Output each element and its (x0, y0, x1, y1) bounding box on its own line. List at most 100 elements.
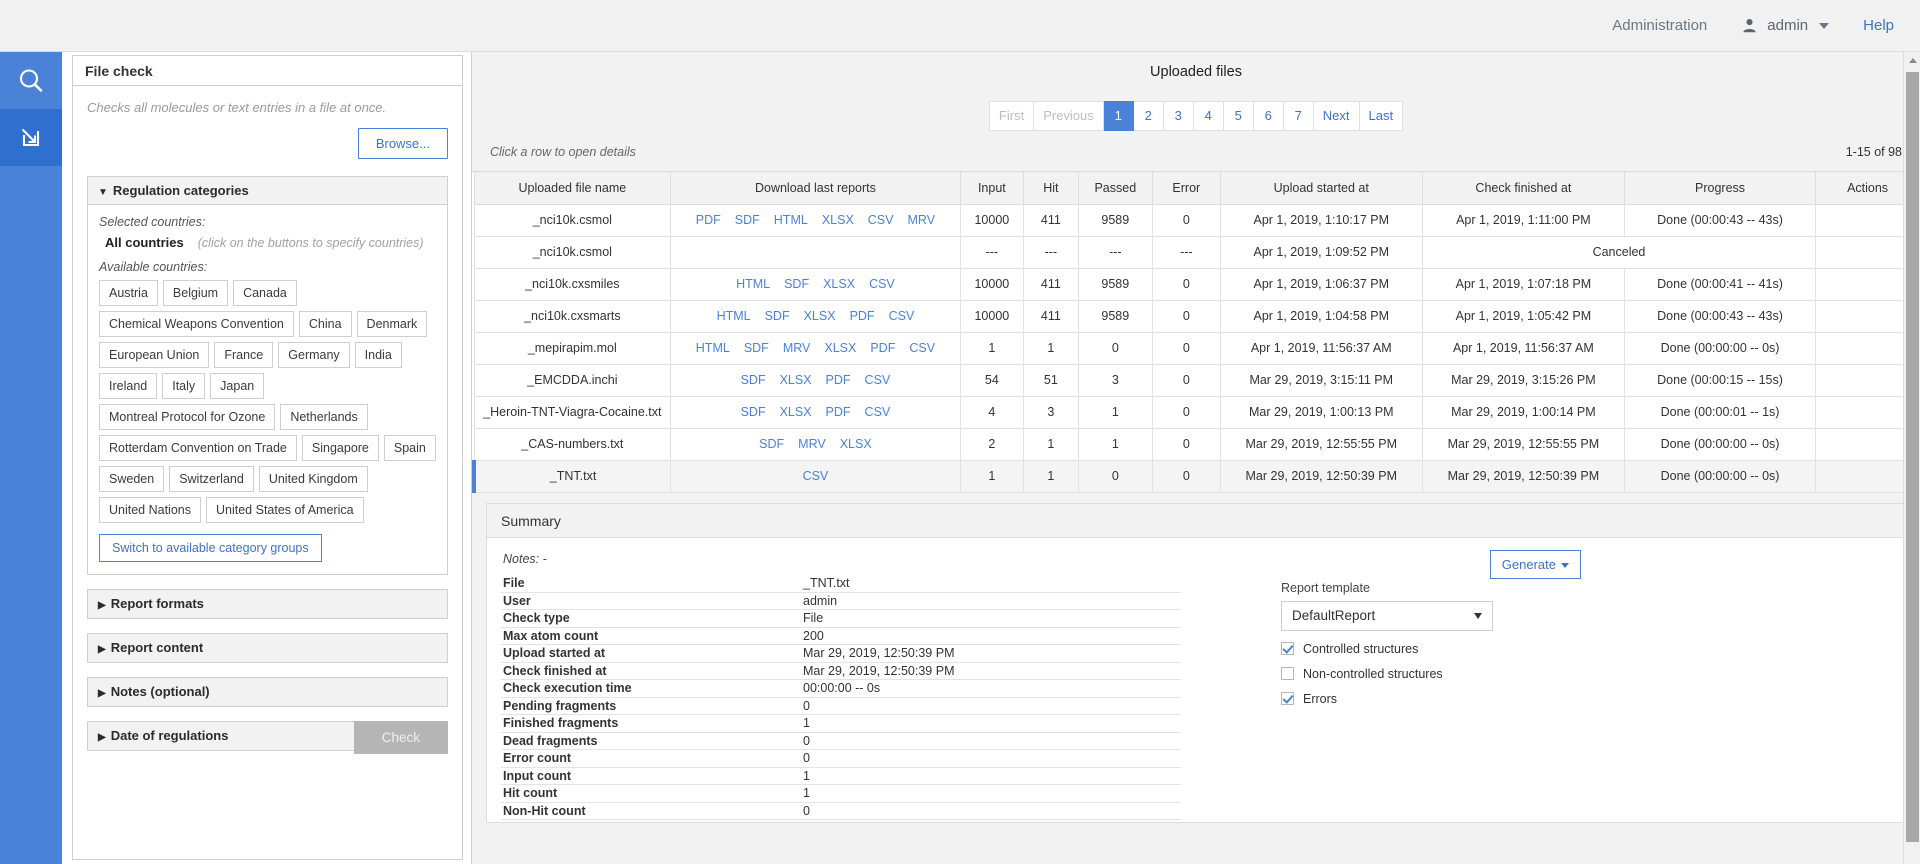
checkbox[interactable] (1281, 642, 1294, 655)
download-link[interactable]: SDF (741, 405, 766, 419)
sidebar-item-file-check[interactable] (0, 109, 62, 166)
country-chip[interactable]: Germany (278, 342, 349, 368)
download-link[interactable]: PDF (870, 341, 895, 355)
pagination-page-7[interactable]: 7 (1284, 101, 1314, 131)
download-link[interactable]: PDF (826, 405, 851, 419)
download-link[interactable]: HTML (696, 341, 730, 355)
download-link[interactable]: XLSX (840, 437, 872, 451)
collapsed-section[interactable]: ▶Report content (87, 633, 448, 663)
download-link[interactable]: XLSX (804, 309, 836, 323)
download-link[interactable]: HTML (736, 277, 770, 291)
pagination-page-6[interactable]: 6 (1254, 101, 1284, 131)
download-link[interactable]: XLSX (822, 213, 854, 227)
report-option-row[interactable]: Errors (1281, 692, 1581, 706)
collapsed-section-header[interactable]: ▶Report formats (88, 590, 447, 618)
download-link[interactable]: CSV (865, 373, 891, 387)
checkbox[interactable] (1281, 692, 1294, 705)
download-link[interactable]: XLSX (780, 405, 812, 419)
pagination-page-2[interactable]: 2 (1134, 101, 1164, 131)
country-chip[interactable]: Ireland (99, 373, 157, 399)
download-link[interactable]: CSV (869, 277, 895, 291)
country-chip[interactable]: Italy (162, 373, 205, 399)
table-row[interactable]: _nci10k.csmolPDFSDFHTMLXLSXCSVMRV1000041… (474, 204, 1920, 236)
table-row[interactable]: _nci10k.csmol------------Apr 1, 2019, 1:… (474, 236, 1920, 268)
download-link[interactable]: SDF (735, 213, 760, 227)
download-link[interactable]: CSV (803, 469, 829, 483)
country-chip[interactable]: Canada (233, 280, 297, 306)
country-chip[interactable]: Japan (210, 373, 264, 399)
country-chip[interactable]: Denmark (357, 311, 428, 337)
download-link[interactable]: PDF (850, 309, 875, 323)
country-chip[interactable]: Switzerland (169, 466, 254, 492)
download-link[interactable]: CSV (868, 213, 894, 227)
pagination-page-5[interactable]: 5 (1224, 101, 1254, 131)
country-chip[interactable]: Chemical Weapons Convention (99, 311, 294, 337)
collapsed-section[interactable]: ▶Notes (optional) (87, 677, 448, 707)
checkbox[interactable] (1281, 667, 1294, 680)
user-menu[interactable]: admin (1741, 17, 1829, 34)
table-row[interactable]: _CAS-numbers.txtSDFMRVXLSX2110Mar 29, 20… (474, 428, 1920, 460)
country-chip[interactable]: United States of America (206, 497, 364, 523)
collapsed-section-header[interactable]: ▶Notes (optional) (88, 678, 447, 706)
country-chip[interactable]: Netherlands (280, 404, 367, 430)
country-chip[interactable]: European Union (99, 342, 209, 368)
report-template-select[interactable]: DefaultReport (1281, 601, 1493, 631)
download-link[interactable]: PDF (696, 213, 721, 227)
pagination-page-1[interactable]: 1 (1104, 101, 1134, 131)
country-chip[interactable]: India (355, 342, 402, 368)
country-chip[interactable]: France (214, 342, 273, 368)
table-row[interactable]: _EMCDDA.inchiSDFXLSXPDFCSV545130Mar 29, … (474, 364, 1920, 396)
country-chip[interactable]: United Kingdom (259, 466, 368, 492)
download-link[interactable]: HTML (717, 309, 751, 323)
country-chip[interactable]: Sweden (99, 466, 164, 492)
download-link[interactable]: CSV (909, 341, 935, 355)
country-chip[interactable]: Spain (384, 435, 436, 461)
download-link[interactable]: XLSX (823, 277, 855, 291)
country-chip[interactable]: Singapore (302, 435, 379, 461)
download-link[interactable]: XLSX (780, 373, 812, 387)
administration-link[interactable]: Administration (1612, 17, 1707, 34)
sidebar-item-search[interactable] (0, 52, 62, 109)
pagination-page-4[interactable]: 4 (1194, 101, 1224, 131)
show-regulations-link[interactable]: Show regulations (1032, 820, 1181, 823)
pagination-next[interactable]: Next (1314, 101, 1360, 131)
download-link[interactable]: SDF (741, 373, 766, 387)
pagination-page-3[interactable]: 3 (1164, 101, 1194, 131)
download-link[interactable]: SDF (759, 437, 784, 451)
report-option-row[interactable]: Non-controlled structures (1281, 667, 1581, 681)
download-link[interactable]: HTML (774, 213, 808, 227)
regulation-categories-header[interactable]: ▼Regulation categories (88, 177, 447, 205)
country-chip[interactable]: China (299, 311, 352, 337)
collapsed-section[interactable]: ▶Report formats (87, 589, 448, 619)
download-link[interactable]: CSV (865, 405, 891, 419)
table-row[interactable]: _Heroin-TNT-Viagra-Cocaine.txtSDFXLSXPDF… (474, 396, 1920, 428)
download-link[interactable]: MRV (798, 437, 826, 451)
download-link[interactable]: SDF (744, 341, 769, 355)
browse-button[interactable]: Browse... (358, 128, 448, 159)
scrollbar-thumb[interactable] (1906, 72, 1919, 842)
country-chip[interactable]: United Nations (99, 497, 201, 523)
scroll-up-button[interactable] (1904, 52, 1920, 69)
download-link[interactable]: PDF (826, 373, 851, 387)
switch-category-groups-button[interactable]: Switch to available category groups (99, 534, 322, 562)
download-link[interactable]: SDF (784, 277, 809, 291)
download-link[interactable]: SDF (765, 309, 790, 323)
table-row[interactable]: _mepirapim.molHTMLSDFMRVXLSXPDFCSV1100Ap… (474, 332, 1920, 364)
pagination-last[interactable]: Last (1360, 101, 1404, 131)
download-link[interactable]: XLSX (824, 341, 856, 355)
country-chip[interactable]: Austria (99, 280, 158, 306)
table-row[interactable]: _nci10k.cxsmilesHTMLSDFXLSXCSV1000041195… (474, 268, 1920, 300)
main-scrollbar[interactable] (1903, 52, 1920, 864)
report-option-row[interactable]: Controlled structures (1281, 642, 1581, 656)
download-link[interactable]: MRV (783, 341, 811, 355)
country-chip[interactable]: Belgium (163, 280, 228, 306)
collapsed-section-header[interactable]: ▶Report content (88, 634, 447, 662)
help-link[interactable]: Help (1863, 17, 1894, 34)
generate-button[interactable]: Generate (1490, 550, 1581, 579)
country-chip[interactable]: Montreal Protocol for Ozone (99, 404, 275, 430)
check-button[interactable]: Check (354, 721, 448, 754)
table-row[interactable]: _nci10k.cxsmartsHTMLSDFXLSXPDFCSV1000041… (474, 300, 1920, 332)
selected-countries-value[interactable]: All countries (105, 235, 184, 250)
download-link[interactable]: CSV (889, 309, 915, 323)
download-link[interactable]: MRV (907, 213, 935, 227)
